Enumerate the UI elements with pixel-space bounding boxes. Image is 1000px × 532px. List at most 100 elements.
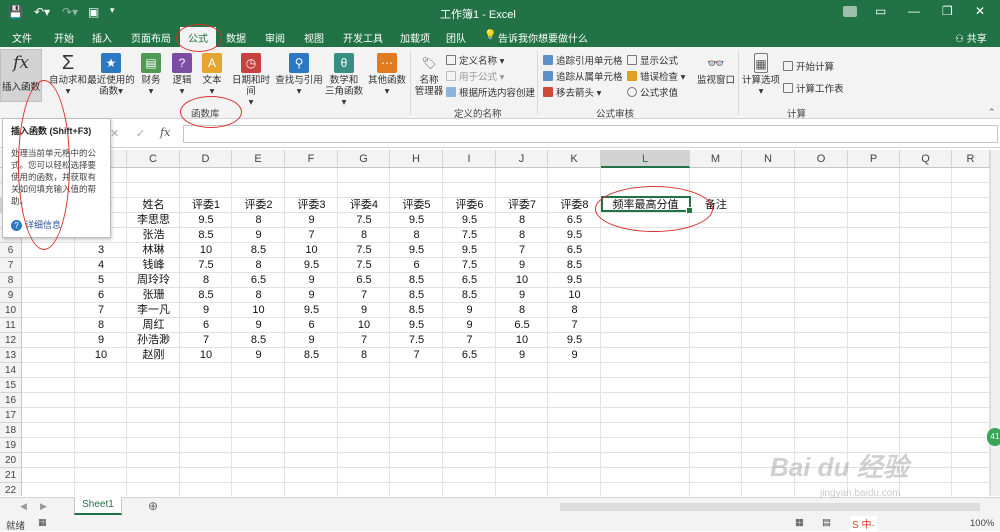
table-cell[interactable]: 7 xyxy=(285,228,338,243)
cancel-icon[interactable]: ✕ xyxy=(110,127,119,140)
customize-qat-icon[interactable]: ▾ xyxy=(110,5,115,16)
row-header-9[interactable]: 9 xyxy=(0,288,22,303)
column-header-N[interactable]: N xyxy=(742,150,795,168)
table-cell[interactable]: 赵刚 xyxy=(127,348,180,363)
table-cell[interactable]: 9 xyxy=(285,273,338,288)
table-cell[interactable]: 9.5 xyxy=(285,303,338,318)
table-cell[interactable]: 8.5 xyxy=(390,273,443,288)
table-cell[interactable]: 张珊 xyxy=(127,288,180,303)
table-cell[interactable]: 9 xyxy=(285,333,338,348)
page-layout-view-icon[interactable]: ▤ xyxy=(822,517,831,528)
table-cell[interactable]: 10 xyxy=(285,243,338,258)
table-header-cell[interactable]: 评委6 xyxy=(443,198,496,213)
column-header-L[interactable]: L xyxy=(601,150,690,168)
table-cell[interactable]: 6.5 xyxy=(548,243,601,258)
table-cell[interactable]: 8.5 xyxy=(285,348,338,363)
table-cell[interactable]: 10 xyxy=(338,318,390,333)
table-cell[interactable]: 8 xyxy=(496,303,548,318)
table-cell[interactable]: 7 xyxy=(496,243,548,258)
tab-insert[interactable]: 插入 xyxy=(92,30,112,45)
table-cell[interactable]: 10 xyxy=(496,333,548,348)
row-header-15[interactable]: 15 xyxy=(0,378,22,393)
table-header-cell[interactable]: 评委4 xyxy=(338,198,390,213)
evaluate-formula-button[interactable]: 公式求值 xyxy=(627,85,678,99)
table-header-cell[interactable]: 评委8 xyxy=(548,198,601,213)
table-cell[interactable]: 9 xyxy=(496,288,548,303)
table-cell[interactable]: 10 xyxy=(232,303,285,318)
spreadsheet-grid[interactable]: ABCDEFGHIJKLMNOPQR 123456789101112131415… xyxy=(0,150,990,496)
table-cell[interactable]: 3 xyxy=(75,243,127,258)
table-cell[interactable]: 4 xyxy=(75,258,127,273)
minimize-icon[interactable]: — xyxy=(908,4,920,18)
lookup-button[interactable]: ⚲ 查找与引用 ▾ xyxy=(275,53,323,97)
table-cell[interactable]: 钱峰 xyxy=(127,258,180,273)
table-cell[interactable]: 7 xyxy=(75,303,127,318)
table-cell[interactable]: 9.5 xyxy=(548,228,601,243)
undo-icon[interactable]: ↶▾ xyxy=(34,5,50,19)
zoom-level[interactable]: 100% xyxy=(970,518,994,529)
table-cell[interactable]: 10 xyxy=(180,243,232,258)
restore-icon[interactable]: ❐ xyxy=(942,4,953,18)
table-cell[interactable]: 8 xyxy=(548,303,601,318)
table-cell[interactable]: 5 xyxy=(75,273,127,288)
table-cell[interactable]: 9 xyxy=(180,303,232,318)
row-header-22[interactable]: 22 xyxy=(0,483,22,496)
tab-view[interactable]: 视图 xyxy=(304,30,324,45)
form-icon[interactable]: ▣ xyxy=(88,5,99,19)
table-cell[interactable]: 6.5 xyxy=(443,348,496,363)
column-header-C[interactable]: C xyxy=(127,150,180,168)
row-header-8[interactable]: 8 xyxy=(0,273,22,288)
column-header-E[interactable]: E xyxy=(232,150,285,168)
row-header-18[interactable]: 18 xyxy=(0,423,22,438)
table-cell[interactable]: 9.5 xyxy=(390,318,443,333)
table-cell[interactable]: 8 xyxy=(232,258,285,273)
column-header-P[interactable]: P xyxy=(848,150,900,168)
column-header-H[interactable]: H xyxy=(390,150,443,168)
table-header-cell[interactable]: 评委5 xyxy=(390,198,443,213)
row-header-12[interactable]: 12 xyxy=(0,333,22,348)
tab-page-layout[interactable]: 页面布局 xyxy=(131,30,171,45)
ime-toolbar[interactable]: S 中· xyxy=(850,516,877,531)
prev-sheet-icon[interactable]: ◀ xyxy=(20,501,27,512)
table-cell[interactable]: 8 xyxy=(496,213,548,228)
table-cell[interactable]: 7.5 xyxy=(338,213,390,228)
table-cell[interactable]: 8.5 xyxy=(180,288,232,303)
table-cell[interactable]: 6.5 xyxy=(338,273,390,288)
table-cell[interactable]: 8 xyxy=(496,228,548,243)
table-header-cell[interactable]: 评委3 xyxy=(285,198,338,213)
horizontal-scrollbar[interactable] xyxy=(560,503,980,511)
column-header-F[interactable]: F xyxy=(285,150,338,168)
table-cell[interactable]: 8 xyxy=(232,288,285,303)
table-cell[interactable]: 8.5 xyxy=(390,303,443,318)
tell-me-box[interactable]: 告诉我你想要做什么 xyxy=(498,30,588,45)
column-header-M[interactable]: M xyxy=(690,150,742,168)
table-cell[interactable]: 6 xyxy=(75,288,127,303)
redo-icon[interactable]: ↷▾ xyxy=(62,5,78,19)
table-cell[interactable]: 6 xyxy=(180,318,232,333)
column-header-R[interactable]: R xyxy=(952,150,990,168)
table-cell[interactable]: 周红 xyxy=(127,318,180,333)
table-cell[interactable]: 7 xyxy=(390,348,443,363)
user-avatar[interactable] xyxy=(843,6,857,17)
column-header-I[interactable]: I xyxy=(443,150,496,168)
table-cell[interactable]: 9.5 xyxy=(548,333,601,348)
next-sheet-icon[interactable]: ▶ xyxy=(40,501,47,512)
row-header-19[interactable]: 19 xyxy=(0,438,22,453)
row-header-21[interactable]: 21 xyxy=(0,468,22,483)
normal-view-icon[interactable]: ▦ xyxy=(795,517,804,528)
table-cell[interactable]: 9.5 xyxy=(548,273,601,288)
table-cell[interactable]: 9.5 xyxy=(285,258,338,273)
row-header-13[interactable]: 13 xyxy=(0,348,22,363)
table-cell[interactable]: 10 xyxy=(548,288,601,303)
table-cell[interactable]: 9 xyxy=(443,303,496,318)
table-cell[interactable]: 8 xyxy=(338,228,390,243)
table-cell[interactable]: 9 xyxy=(443,318,496,333)
calculate-sheet-button[interactable]: 计算工作表 xyxy=(783,81,844,95)
column-header-O[interactable]: O xyxy=(795,150,848,168)
table-cell[interactable]: 周玲玲 xyxy=(127,273,180,288)
insert-function-icon[interactable]: fx xyxy=(160,126,170,139)
table-cell[interactable]: 林琳 xyxy=(127,243,180,258)
table-cell[interactable]: 10 xyxy=(496,273,548,288)
floating-badge[interactable]: 41 xyxy=(987,428,1000,446)
tab-data[interactable]: 数据 xyxy=(226,30,246,45)
